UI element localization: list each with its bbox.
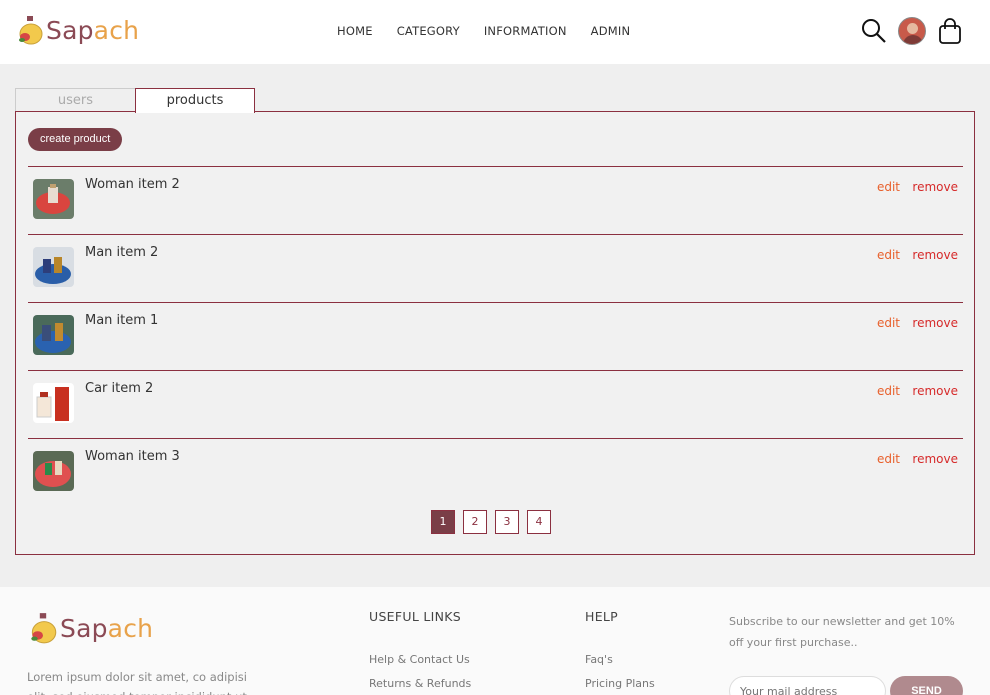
edit-link[interactable]: edit	[877, 452, 900, 466]
tab-users[interactable]: users	[15, 88, 136, 112]
edit-link[interactable]: edit	[877, 316, 900, 330]
product-thumbnail	[33, 179, 74, 219]
newsletter-send-button[interactable]: SEND	[890, 676, 963, 695]
link-faqs[interactable]: Faq's	[585, 653, 613, 666]
product-row: Woman item 2 edit remove	[28, 166, 963, 234]
user-avatar[interactable]	[898, 17, 926, 45]
product-thumbnail	[33, 451, 74, 491]
remove-link[interactable]: remove	[912, 384, 958, 398]
perfume-bottle-icon	[19, 16, 43, 45]
perfume-bottle-icon	[31, 613, 57, 644]
tab-products[interactable]: products	[135, 88, 255, 113]
link-help-contact[interactable]: Help & Contact Us	[369, 653, 470, 666]
footer-brand-name: Sapach	[60, 613, 154, 643]
product-name: Car item 2	[85, 381, 154, 396]
brand-name: Sapach	[46, 15, 140, 45]
product-row: Man item 2 edit remove	[28, 234, 963, 302]
nav-admin[interactable]: ADMIN	[591, 24, 631, 38]
newsletter-text: Subscribe to our newsletter and get 10% …	[729, 615, 955, 649]
brand-logo[interactable]: Sapach	[16, 14, 139, 46]
product-name: Man item 2	[85, 245, 159, 260]
main-nav: HOME CATEGORY INFORMATION ADMIN	[337, 24, 654, 38]
products-panel: create product Woman item 2 edit remove …	[15, 111, 975, 555]
remove-link[interactable]: remove	[912, 248, 958, 262]
footer-description: Lorem ipsum dolor sit amet, co adipisi e…	[27, 670, 247, 695]
create-product-button[interactable]: create product	[28, 128, 123, 151]
edit-link[interactable]: edit	[877, 248, 900, 262]
remove-link[interactable]: remove	[912, 452, 958, 466]
newsletter-email-input[interactable]	[729, 676, 886, 695]
remove-link[interactable]: remove	[912, 180, 958, 194]
product-thumbnail	[33, 383, 74, 423]
product-name: Woman item 3	[85, 449, 180, 464]
header-actions	[850, 17, 964, 45]
product-thumbnail	[33, 315, 74, 355]
site-footer: Sapach Lorem ipsum dolor sit amet, co ad…	[0, 587, 990, 695]
page-1-button[interactable]: 1	[431, 510, 455, 534]
nav-home[interactable]: HOME	[337, 24, 373, 38]
product-row: Woman item 3 edit remove	[28, 438, 963, 506]
site-header: Sapach HOME CATEGORY INFORMATION ADMIN	[0, 0, 990, 64]
footer-logo[interactable]: Sapach	[28, 611, 153, 645]
link-returns-refunds[interactable]: Returns & Refunds	[369, 677, 471, 690]
product-row: Man item 1 edit remove	[28, 302, 963, 370]
page-4-button[interactable]: 4	[527, 510, 551, 534]
product-thumbnail	[33, 247, 74, 287]
search-icon[interactable]	[860, 17, 888, 45]
help-title: HELP	[585, 609, 618, 624]
page-2-button[interactable]: 2	[463, 510, 487, 534]
nav-information[interactable]: INFORMATION	[484, 24, 567, 38]
product-row: Car item 2 edit remove	[28, 370, 963, 438]
link-pricing-plans[interactable]: Pricing Plans	[585, 677, 655, 690]
useful-links-title: USEFUL LINKS	[369, 609, 461, 624]
nav-category[interactable]: CATEGORY	[397, 24, 460, 38]
page-3-button[interactable]: 3	[495, 510, 519, 534]
remove-link[interactable]: remove	[912, 316, 958, 330]
product-name: Man item 1	[85, 313, 159, 328]
pagination: 1 2 3 4	[431, 510, 559, 534]
shopping-bag-icon[interactable]	[936, 17, 964, 45]
edit-link[interactable]: edit	[877, 180, 900, 194]
product-name: Woman item 2	[85, 177, 180, 192]
edit-link[interactable]: edit	[877, 384, 900, 398]
